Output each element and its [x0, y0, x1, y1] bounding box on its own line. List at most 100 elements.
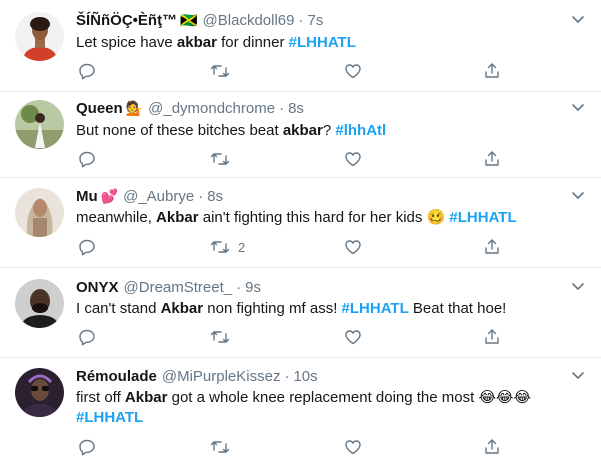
separator: ·: [279, 100, 285, 117]
share-icon: [485, 439, 499, 454]
handle[interactable]: @_dymondchrome: [148, 100, 275, 117]
tweet-header: Queen 💁 @_dymondchrome · 8s: [76, 100, 304, 117]
hashtag-link[interactable]: #LHHATL: [289, 34, 356, 51]
tweet-header: Mu 💕 @_Aubrye · 8s: [76, 188, 223, 205]
like-button[interactable]: [344, 328, 362, 346]
timestamp[interactable]: 8s: [288, 100, 304, 117]
timestamp[interactable]: 10s: [293, 368, 317, 385]
name-emoji: 💁: [125, 100, 144, 116]
retweet-button[interactable]: [210, 438, 238, 456]
avatar[interactable]: [15, 188, 64, 237]
avatar[interactable]: [15, 368, 64, 417]
reply-icon: [79, 239, 95, 256]
heart-icon: [345, 64, 361, 79]
heart-icon: [345, 152, 361, 167]
retweet-button[interactable]: 2: [210, 238, 245, 256]
timestamp[interactable]: 8s: [207, 188, 223, 205]
handle[interactable]: @MiPurpleKissez: [162, 368, 281, 385]
reply-icon: [79, 439, 95, 456]
retweet-icon: [210, 241, 230, 253]
reply-button[interactable]: [78, 328, 96, 346]
tweet-header: Rémoulade @MiPurpleKissez · 10s: [76, 368, 318, 385]
share-button[interactable]: [483, 438, 501, 456]
name-emoji: 🇯🇲: [180, 12, 198, 28]
share-button[interactable]: [483, 238, 501, 256]
timestamp[interactable]: 9s: [245, 279, 261, 296]
retweet-button[interactable]: [210, 328, 238, 346]
chevron-down-icon[interactable]: [571, 282, 585, 292]
tweet[interactable]: Mu 💕 @_Aubrye · 8s meanwhile, Akbar ain'…: [0, 178, 601, 268]
handle[interactable]: @Blackdoll69: [203, 12, 295, 29]
like-button[interactable]: [344, 238, 362, 256]
display-name[interactable]: ŠÍÑñÖÇ•Èñţ™: [76, 12, 177, 29]
reply-button[interactable]: [78, 62, 96, 80]
like-button[interactable]: [344, 438, 362, 456]
handle[interactable]: @DreamStreet_: [124, 279, 233, 296]
avatar-woman-outdoors-icon: [15, 100, 64, 149]
tweet[interactable]: ŠÍÑñÖÇ•Èñţ™ 🇯🇲 @Blackdoll69 · 7s Let spi…: [0, 0, 601, 92]
avatar-woman-long-hair-icon: [15, 188, 64, 237]
display-name[interactable]: Queen: [76, 100, 123, 117]
avatar[interactable]: [15, 12, 64, 61]
share-button[interactable]: [483, 62, 501, 80]
heart-icon: [345, 440, 361, 455]
hashtag-link[interactable]: #LHHATL: [449, 209, 516, 226]
tweet-actions: 2: [76, 238, 506, 256]
reply-icon: [79, 63, 95, 80]
tweet[interactable]: Queen 💁 @_dymondchrome · 8s But none of …: [0, 92, 601, 178]
separator: ·: [284, 368, 290, 385]
separator: ·: [198, 188, 204, 205]
heart-icon: [345, 240, 361, 255]
tweet[interactable]: Rémoulade @MiPurpleKissez · 10s first of…: [0, 358, 601, 466]
retweet-icon: [210, 153, 230, 165]
tweet-actions: [76, 62, 506, 80]
retweet-icon: [210, 441, 230, 453]
tweet-actions: [76, 328, 506, 346]
chevron-down-icon[interactable]: [571, 103, 585, 113]
chevron-down-icon[interactable]: [571, 371, 585, 381]
avatar[interactable]: [15, 100, 64, 149]
tweet-text: I can't stand Akbar non fighting mf ass!…: [76, 300, 507, 317]
retweet-icon: [210, 331, 230, 343]
like-button[interactable]: [344, 150, 362, 168]
share-icon: [485, 63, 499, 78]
handle[interactable]: @_Aubrye: [123, 188, 194, 205]
avatar[interactable]: [15, 279, 64, 328]
retweet-icon: [210, 65, 230, 77]
display-name[interactable]: ONYX: [76, 279, 119, 296]
hashtag-link[interactable]: #LHHATL: [76, 409, 143, 426]
tweet-feed: ŠÍÑñÖÇ•Èñţ™ 🇯🇲 @Blackdoll69 · 7s Let spi…: [0, 0, 601, 466]
retweet-button[interactable]: [210, 150, 238, 168]
avatar-woman-red-top-icon: [15, 12, 64, 61]
tweet-text: meanwhile, Akbar ain't fighting this har…: [76, 209, 517, 226]
chevron-down-icon[interactable]: [571, 191, 585, 201]
tweet-header: ONYX @DreamStreet_ · 9s: [76, 279, 261, 296]
display-name[interactable]: Mu: [76, 188, 98, 205]
share-button[interactable]: [483, 150, 501, 168]
reply-button[interactable]: [78, 238, 96, 256]
display-name[interactable]: Rémoulade: [76, 368, 157, 385]
reply-button[interactable]: [78, 438, 96, 456]
reply-button[interactable]: [78, 150, 96, 168]
reply-icon: [79, 151, 95, 168]
tweet[interactable]: ONYX @DreamStreet_ · 9s I can't stand Ak…: [0, 268, 601, 358]
retweet-count: 2: [238, 239, 246, 255]
name-emoji: 💕: [100, 188, 119, 204]
hashtag-link[interactable]: #LHHATL: [342, 300, 409, 317]
share-icon: [485, 329, 499, 344]
heart-icon: [345, 330, 361, 345]
reply-icon: [79, 329, 95, 346]
timestamp[interactable]: 7s: [307, 12, 323, 29]
tweet-header: ŠÍÑñÖÇ•Èñţ™ 🇯🇲 @Blackdoll69 · 7s: [76, 12, 323, 29]
separator: ·: [236, 279, 242, 296]
tweet-actions: [76, 438, 506, 456]
share-button[interactable]: [483, 328, 501, 346]
tweet-text: But none of these bitches beat akbar? #l…: [76, 122, 387, 139]
share-icon: [485, 239, 499, 254]
hashtag-link[interactable]: #lhhAtl: [335, 122, 386, 139]
tweet-text: Let spice have akbar for dinner #LHHATL: [76, 34, 356, 51]
chevron-down-icon[interactable]: [571, 15, 585, 25]
retweet-button[interactable]: [210, 62, 238, 80]
like-button[interactable]: [344, 62, 362, 80]
separator: ·: [298, 12, 304, 29]
